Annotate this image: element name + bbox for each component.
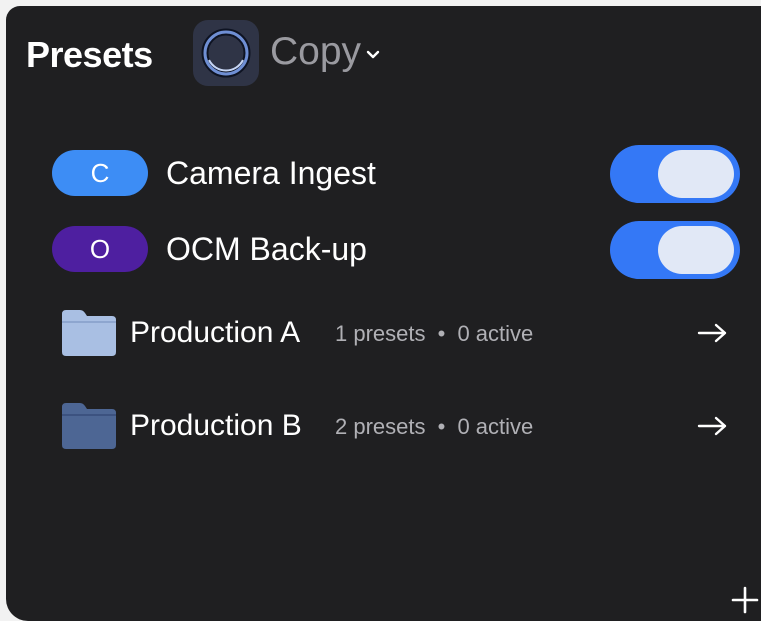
- preset-row-ocm-backup[interactable]: O OCM Back-up: [6, 221, 761, 281]
- mode-dropdown[interactable]: Copy: [270, 30, 381, 74]
- folder-row-production-a[interactable]: Production A 1 presets • 0 active: [6, 304, 761, 364]
- mode-dropdown-label: Copy: [270, 30, 362, 73]
- folder-icon: [62, 403, 116, 449]
- meta-separator: •: [437, 414, 446, 439]
- panel-header: Presets Copy: [6, 6, 761, 102]
- folder-meta: 1 presets • 0 active: [335, 321, 533, 347]
- toggle-knob: [658, 150, 734, 198]
- preset-toggle[interactable]: [610, 221, 740, 279]
- folder-meta: 2 presets • 0 active: [335, 414, 533, 440]
- arrow-right-icon[interactable]: [696, 321, 730, 345]
- folder-preset-count: 2 presets: [335, 414, 426, 439]
- page-title: Presets: [26, 34, 153, 75]
- chevron-down-icon: [366, 50, 380, 59]
- preset-badge-letter: C: [90, 157, 110, 188]
- presets-panel: Presets Copy C Camera Ingest O OCM Back-…: [6, 6, 761, 621]
- preset-toggle[interactable]: [610, 145, 740, 203]
- folder-name: Production B: [130, 409, 302, 442]
- ring-logo-icon[interactable]: [193, 20, 259, 86]
- preset-badge: C: [52, 150, 148, 196]
- folder-name: Production A: [130, 316, 301, 349]
- preset-name: Camera Ingest: [166, 155, 376, 191]
- folder-active-count: 0 active: [457, 321, 534, 346]
- folder-icon: [62, 310, 116, 356]
- preset-row-camera-ingest[interactable]: C Camera Ingest: [6, 145, 761, 205]
- toggle-knob: [658, 226, 734, 274]
- meta-separator: •: [437, 321, 446, 346]
- folder-active-count: 0 active: [457, 414, 534, 439]
- plus-icon[interactable]: [730, 582, 760, 616]
- preset-badge-letter: O: [89, 233, 111, 264]
- arrow-right-icon[interactable]: [696, 414, 730, 438]
- folder-preset-count: 1 presets: [335, 321, 426, 346]
- folder-row-production-b[interactable]: Production B 2 presets • 0 active: [6, 397, 761, 457]
- preset-badge: O: [52, 226, 148, 272]
- preset-name: OCM Back-up: [166, 231, 367, 267]
